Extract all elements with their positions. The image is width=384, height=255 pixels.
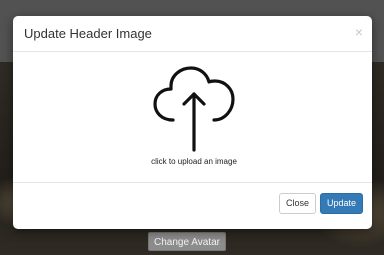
change-avatar-button: Change Avatar: [148, 232, 226, 251]
image-upload-dropzone[interactable]: click to upload an image: [109, 58, 279, 178]
close-button[interactable]: Close: [279, 193, 316, 214]
page: Change Avatar Update Header Image × clic…: [0, 0, 384, 255]
close-icon[interactable]: ×: [355, 25, 363, 39]
update-header-image-modal: Update Header Image × click to upload an…: [13, 16, 372, 229]
update-button[interactable]: Update: [320, 193, 363, 214]
modal-title: Update Header Image: [24, 26, 152, 41]
modal-footer: Close Update: [13, 182, 372, 229]
modal-body: click to upload an image: [13, 52, 372, 182]
cloud-upload-icon: [153, 66, 235, 152]
upload-instruction-text: click to upload an image: [151, 157, 237, 166]
modal-header: Update Header Image ×: [13, 16, 372, 52]
